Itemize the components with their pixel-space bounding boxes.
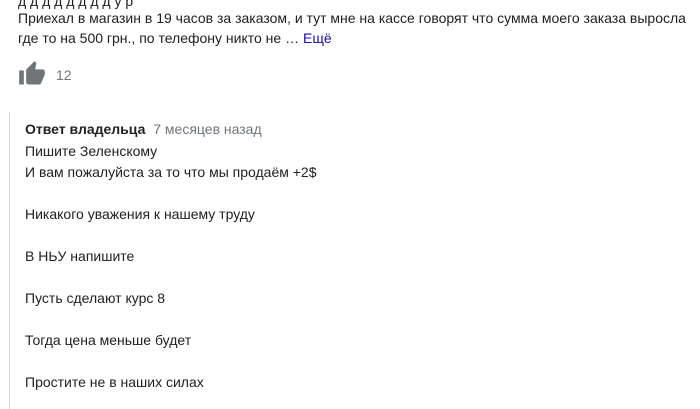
reply-blank-line: [25, 225, 317, 246]
thumbs-up-icon: [19, 61, 45, 85]
reply-line: Никакого уважения к нашему труду: [25, 206, 255, 222]
like-count: 12: [56, 67, 72, 83]
reply-line: Тогда цена меньше будет: [25, 332, 192, 348]
reply-author: Ответ владельца: [25, 121, 146, 137]
reply-body: Пишите Зеленскому И вам пожалуйста за то …: [25, 141, 317, 393]
owner-reply: Ответ владельца 7 месяцев назад Пишите З…: [9, 112, 690, 409]
reply-line: Простите не в наших силах: [25, 374, 204, 390]
reply-line: В НЬУ напишите: [25, 248, 135, 264]
review-text: Приехал в магазин в 19 часов за заказом,…: [18, 8, 688, 48]
more-link[interactable]: Ещё: [303, 30, 332, 46]
reply-line: Пусть сделают курс 8: [25, 290, 166, 306]
like-button[interactable]: [18, 60, 46, 88]
reply-line: Пишите Зеленскому: [25, 143, 158, 159]
reply-line: И вам пожалуйста за то что мы продаём +2…: [25, 164, 317, 180]
reply-blank-line: [25, 309, 317, 330]
reply-header: Ответ владельца 7 месяцев назад: [25, 120, 262, 138]
reply-time: 7 месяцев назад: [153, 121, 262, 137]
review-body: Приехал в магазин в 19 часов за заказом,…: [18, 10, 686, 46]
reply-blank-line: [25, 267, 317, 288]
reply-blank-line: [25, 183, 317, 204]
reply-blank-line: [25, 351, 317, 372]
like-row: 12: [18, 60, 72, 88]
